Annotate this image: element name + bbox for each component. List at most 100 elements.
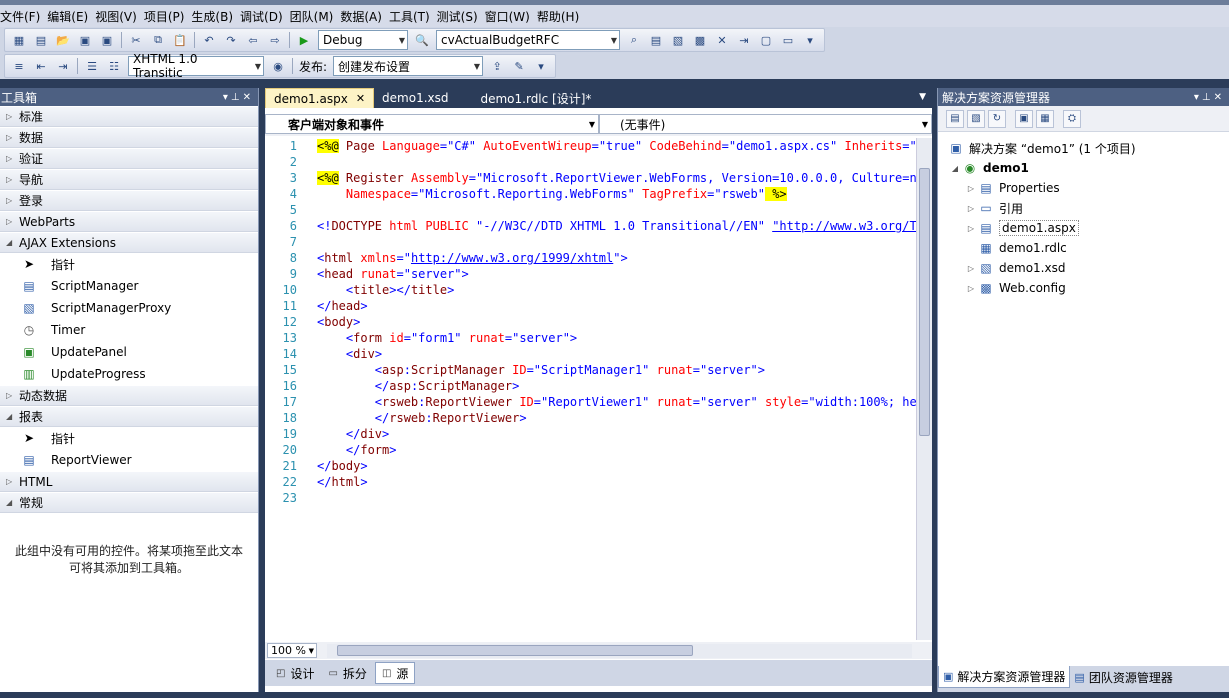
collapse-triangle-icon[interactable]: ◢ — [948, 164, 962, 173]
menu-tools[interactable]: 工具(T) — [389, 8, 437, 25]
tree-item-web-config[interactable]: ▷ ▩ Web.config — [938, 278, 1229, 298]
toolbox-category-ajax[interactable]: ◢ AJAX Extensions — [0, 232, 258, 253]
vertical-scrollbar[interactable] — [916, 138, 932, 640]
toolbox-category-general[interactable]: ◢ 常规 — [0, 492, 258, 513]
menu-project[interactable]: 项目(P) — [144, 8, 192, 25]
nest-related-files-icon[interactable]: ▣ — [1015, 109, 1033, 128]
close-icon[interactable]: ✕ — [243, 92, 254, 103]
solution-config-combo[interactable]: Debug ▼ — [318, 30, 408, 50]
tab-design[interactable]: ◰ 设计 — [270, 662, 320, 684]
pin-icon[interactable]: ⊥ — [1202, 92, 1214, 103]
toolbox-category-standard[interactable]: ▷ 标准 — [0, 106, 258, 127]
tree-item-demo1-aspx[interactable]: ▷ ▤ demo1.aspx — [938, 218, 1229, 238]
window-position-icon[interactable]: ▾ — [1194, 92, 1202, 103]
tree-project[interactable]: ◢ ◉ demo1 — [938, 158, 1229, 178]
menu-test[interactable]: 测试(S) — [437, 8, 485, 25]
toolbox-item-timer[interactable]: ◷ Timer — [0, 319, 258, 341]
tab-list-dropdown-icon[interactable]: ▼ — [919, 92, 926, 102]
copy-website-icon[interactable]: ⛭ — [1063, 109, 1081, 128]
tab-solution-explorer[interactable]: ▣ 解决方案资源管理器 — [938, 666, 1071, 688]
tree-item-references[interactable]: ▷ ▭ 引用 — [938, 198, 1229, 218]
toolbox-icon[interactable]: ✕ — [713, 31, 731, 49]
toolbox-category-reporting[interactable]: ◢ 报表 — [0, 406, 258, 427]
toolbox-item-scriptmanager[interactable]: ▤ ScriptManager — [0, 275, 258, 297]
zoom-combo[interactable]: 100 % ▼ — [267, 643, 317, 658]
scrollbar-thumb[interactable] — [337, 644, 693, 656]
toolbox-item-pointer[interactable]: ➤ 指针 — [0, 253, 258, 275]
menu-edit[interactable]: 编辑(E) — [47, 8, 95, 25]
paste-icon[interactable]: 📋 — [171, 31, 189, 49]
browser-check-icon[interactable]: ◉ — [269, 57, 287, 75]
toolbox-category-validation[interactable]: ▷ 验证 — [0, 148, 258, 169]
toolbox-item-updateprogress[interactable]: ▥ UpdateProgress — [0, 363, 258, 385]
expand-triangle-icon[interactable]: ▷ — [964, 224, 978, 233]
tab-demo1-rdlc[interactable]: demo1.rdlc [设计]* — [472, 88, 599, 108]
navigate-forward-icon[interactable]: ⇨ — [266, 31, 284, 49]
save-icon[interactable]: ▣ — [76, 31, 94, 49]
refresh-icon[interactable]: ↻ — [988, 109, 1006, 128]
tab-demo1-aspx[interactable]: demo1.aspx ✕ — [265, 88, 375, 108]
show-all-files-icon[interactable]: ▧ — [967, 109, 985, 128]
toolbox-category-data[interactable]: ▷ 数据 — [0, 127, 258, 148]
close-tab-icon[interactable]: ✕ — [356, 92, 365, 105]
toolbox-category-login[interactable]: ▷ 登录 — [0, 190, 258, 211]
tab-source[interactable]: ◫ 源 — [374, 662, 416, 684]
add-item-icon[interactable]: ▤ — [32, 31, 50, 49]
uncomment-icon[interactable]: ☷ — [105, 57, 123, 75]
redo-icon[interactable]: ↷ — [222, 31, 240, 49]
expand-triangle-icon[interactable]: ▷ — [964, 184, 978, 193]
solution-explorer-icon[interactable]: ▤ — [647, 31, 665, 49]
menu-window[interactable]: 窗口(W) — [485, 8, 537, 25]
comment-icon[interactable]: ☰ — [83, 57, 101, 75]
tree-item-demo1-xsd[interactable]: ▷ ▧ demo1.xsd — [938, 258, 1229, 278]
horizontal-scrollbar[interactable] — [327, 643, 912, 658]
save-all-icon[interactable]: ▣ — [98, 31, 116, 49]
start-debug-icon[interactable]: ▶ — [295, 31, 313, 49]
toolbox-item-pointer[interactable]: ➤ 指针 — [0, 427, 258, 449]
scrollbar-thumb[interactable] — [919, 168, 930, 436]
new-project-icon[interactable]: ▦ — [10, 31, 28, 49]
start-page-icon[interactable]: ⇥ — [735, 31, 753, 49]
tab-team-explorer[interactable]: ▤ 团队资源管理器 — [1070, 666, 1176, 688]
expand-triangle-icon[interactable]: ▷ — [964, 264, 978, 273]
toolbox-category-html[interactable]: ▷ HTML — [0, 471, 258, 492]
toolbar-options-icon[interactable]: ▾ — [532, 57, 550, 75]
toolbox-category-webparts[interactable]: ▷ WebParts — [0, 211, 258, 232]
close-icon[interactable]: ✕ — [1214, 92, 1225, 103]
properties-icon[interactable]: ▤ — [946, 109, 964, 128]
tab-demo1-xsd[interactable]: demo1.xsd — [374, 88, 456, 108]
publish-settings-icon[interactable]: ✎ — [510, 57, 528, 75]
toolbox-category-navigation[interactable]: ▷ 导航 — [0, 169, 258, 190]
tree-solution-root[interactable]: ▣ 解决方案 “demo1” (1 个项目) — [938, 138, 1229, 158]
toolbox-item-updatepanel[interactable]: ▣ UpdatePanel — [0, 341, 258, 363]
indent-icon[interactable]: ⇥ — [54, 57, 72, 75]
menu-help[interactable]: 帮助(H) — [537, 8, 586, 25]
publish-profile-combo[interactable]: 创建发布设置 ▼ — [333, 56, 484, 76]
toolbox-category-dynamic-data[interactable]: ▷ 动态数据 — [0, 385, 258, 406]
doctype-combo[interactable]: XHTML 1.0 Transitic ▼ — [128, 52, 264, 80]
object-browser-icon[interactable]: ▩ — [691, 31, 709, 49]
find-in-files-icon[interactable]: 🔍 — [413, 31, 431, 49]
tree-item-properties[interactable]: ▷ ▤ Properties — [938, 178, 1229, 198]
code-link[interactable]: http://www.w3.org/1999/xhtml — [411, 251, 613, 265]
command-window-icon[interactable]: ▭ — [779, 31, 797, 49]
menu-file[interactable]: 文件(F) — [0, 8, 47, 25]
outdent-icon[interactable]: ⇤ — [32, 57, 50, 75]
tree-item-demo1-rdlc[interactable]: ▦ demo1.rdlc — [938, 238, 1229, 258]
source-code-area[interactable]: 1 <%@ Page Language="C#" AutoEventWireup=… — [265, 138, 917, 640]
format-document-icon[interactable]: ≡ — [10, 57, 28, 75]
menu-debug[interactable]: 调试(D) — [240, 8, 290, 25]
expand-triangle-icon[interactable]: ▷ — [964, 204, 978, 213]
copy-icon[interactable]: ⧉ — [149, 31, 167, 49]
properties-icon[interactable]: ▧ — [669, 31, 687, 49]
view-code-icon[interactable]: ▦ — [1036, 109, 1054, 128]
toolbox-item-reportviewer[interactable]: ▤ ReportViewer — [0, 449, 258, 471]
pin-icon[interactable]: ⊥ — [231, 92, 243, 103]
toolbox-item-scriptmanagerproxy[interactable]: ▧ ScriptManagerProxy — [0, 297, 258, 319]
events-combo[interactable]: (无事件) ▼ — [599, 114, 932, 134]
expand-triangle-icon[interactable]: ▷ — [964, 284, 978, 293]
open-folder-icon[interactable]: 📂 — [54, 31, 72, 49]
menu-team[interactable]: 团队(M) — [290, 8, 341, 25]
client-objects-combo[interactable]: 客户端对象和事件 ▼ — [265, 114, 599, 134]
tab-split[interactable]: ▭ 拆分 — [322, 662, 372, 684]
